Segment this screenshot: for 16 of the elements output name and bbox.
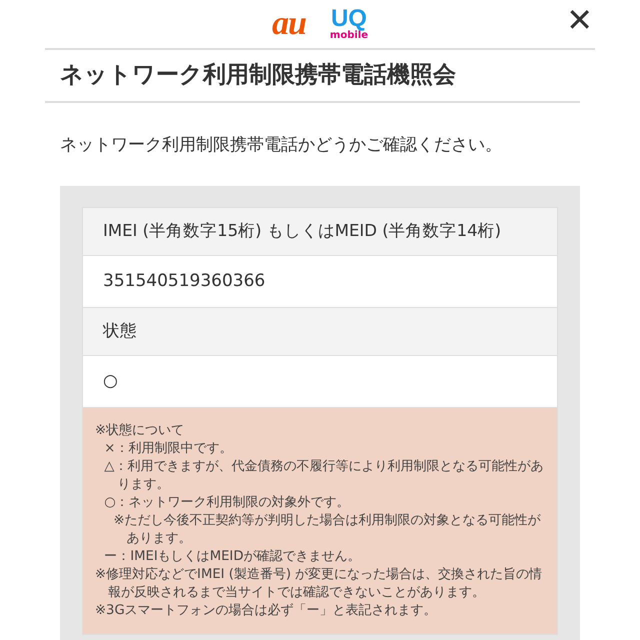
note-text: ※3Gスマートフォンの場合は必ず「ー」と表記されます。 — [95, 602, 438, 620]
au-logo: au — [272, 7, 306, 41]
note-text: ※状態について — [95, 422, 186, 440]
field-label: 状態 — [83, 308, 557, 356]
instruction-text: ネットワーク利用制限携帯電話かどうかご確認ください。 — [60, 134, 503, 156]
note-text: ※修理対応などでIMEI (製造番号) が変更になった場合は、交換された旨の情報が反映されるまで当サイトでは確認できないことがあります。 — [95, 566, 544, 602]
note-text: ○：ネットワーク利用制限の対象外です。 — [104, 494, 351, 512]
field-label: IMEI (半角数字15桁) もしくはMEID (半角数字14桁) — [83, 208, 557, 256]
note-text: ×：利用制限中です。 — [104, 440, 234, 458]
note-text: △：利用できますが、代金債務の不履行等により利用制限となる可能性があります。 — [104, 458, 544, 494]
uq-logo-subtitle: mobile — [330, 31, 368, 41]
note-text: ※ただし今後不正契約等が判明した場合は利用制限の対象となる可能性があります。 — [113, 512, 542, 548]
close-button[interactable]: ✕ — [564, 4, 595, 36]
page-title: ネットワーク利用制限携帯電話機照会 — [45, 58, 580, 102]
note-text: ー：IMEIもしくはMEIDが確認できません。 — [104, 548, 362, 566]
uq-logo: UQ — [330, 7, 367, 31]
